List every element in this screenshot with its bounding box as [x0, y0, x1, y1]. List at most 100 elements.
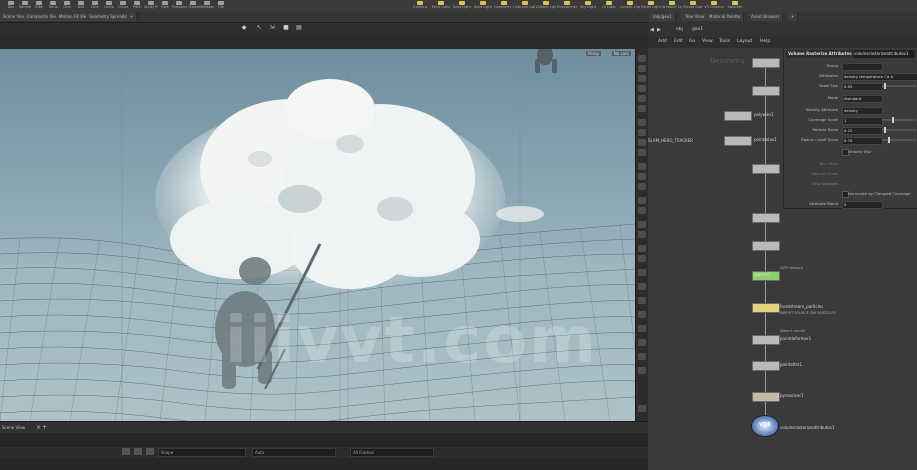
shelf-tool-button[interactable]: Null — [74, 1, 88, 11]
path-obj[interactable]: obj — [676, 27, 683, 32]
vdb-node[interactable]: VDB — [751, 415, 779, 437]
shelf-tool-button[interactable]: Sphere — [18, 1, 32, 11]
network-node[interactable] — [752, 58, 780, 68]
camera-menu[interactable]: No cam — [611, 51, 631, 56]
radius-cutoff-slider[interactable] — [882, 137, 916, 143]
shelf-tool-button[interactable]: Circle — [102, 1, 116, 11]
node-name-field[interactable]: volumerasterizeattributes1 — [854, 50, 914, 58]
shelf-tool-button[interactable]: Platonic Solids — [172, 1, 186, 11]
display-option-icon[interactable] — [638, 85, 646, 92]
display-option-icon[interactable] — [638, 207, 646, 214]
network-node[interactable] — [724, 136, 752, 146]
shelf-tool-button[interactable]: Curve — [116, 1, 130, 11]
display-option-icon[interactable] — [638, 149, 646, 156]
shelf-tool-button[interactable]: Tube — [32, 1, 46, 11]
shelf-tool-button[interactable]: Path — [130, 1, 144, 11]
forward-icon[interactable]: ▶ — [657, 27, 661, 33]
display-option-icon[interactable] — [638, 367, 646, 374]
menu-tools[interactable]: Tools — [719, 39, 730, 44]
shelf-light-button[interactable]: Volume Light — [515, 1, 535, 11]
shelf-light-button[interactable]: VR Camera — [704, 1, 724, 11]
network-node[interactable] — [752, 392, 780, 402]
display-option-icon[interactable] — [638, 75, 646, 82]
snap-icon[interactable]: ◆ — [241, 25, 247, 31]
auto-key-field[interactable]: Auto — [252, 448, 336, 457]
shelf-tool-button[interactable]: Grid — [60, 1, 74, 11]
tab-asset-browser[interactable]: Asset Browser — [748, 13, 784, 21]
network-node[interactable] — [752, 361, 780, 371]
perspective-menu[interactable]: Persp — [586, 51, 601, 56]
shelf-tool-button[interactable]: Box — [4, 1, 18, 11]
network-node[interactable] — [752, 303, 780, 313]
shelf-tool-button[interactable]: Font — [158, 1, 172, 11]
select-icon[interactable]: ↖ — [256, 25, 262, 31]
network-node[interactable] — [752, 241, 780, 251]
attribute-blend-field[interactable]: 0 — [842, 201, 883, 209]
display-option-icon[interactable] — [638, 197, 646, 204]
3d-viewport[interactable]: Persp No cam iiivvt.com — [0, 49, 635, 421]
shelf-light-button[interactable]: Camera — [410, 1, 430, 11]
shelf-light-button[interactable]: Switcher — [725, 1, 745, 11]
radius-cutoff-field[interactable]: 0.75 — [842, 137, 883, 145]
add-tab-button[interactable]: + — [788, 13, 799, 21]
scope-field[interactable]: Scope — [158, 448, 246, 457]
shelf-tool-button[interactable]: Metaball — [200, 1, 214, 11]
view-tool-icon[interactable]: ⇲ — [269, 25, 275, 31]
network-node[interactable] — [752, 86, 780, 96]
shelf-light-button[interactable]: Geometry Light — [494, 1, 514, 11]
frames-field[interactable]: All Frames — [350, 448, 434, 457]
density-attribute-field[interactable]: density — [842, 107, 883, 115]
key-icon[interactable] — [122, 448, 130, 455]
shelf-light-button[interactable]: Portal Light — [641, 1, 661, 11]
menu-view[interactable]: View — [702, 39, 713, 44]
tab-material-palette[interactable]: Material Palette — [706, 13, 745, 21]
display-option-icon[interactable] — [638, 221, 646, 228]
display-option-icon[interactable] — [638, 269, 646, 276]
shelf-tool-button[interactable]: Spray Paint — [144, 1, 158, 11]
display-option-icon[interactable] — [638, 183, 646, 190]
menu-help[interactable]: Help — [760, 39, 770, 44]
add-tab-icon[interactable]: + — [42, 424, 47, 431]
attributes-field[interactable]: density temperature Cd A — [842, 73, 917, 81]
network-node[interactable] — [752, 335, 780, 345]
shelf-light-button[interactable]: Spot Light — [452, 1, 472, 11]
menu-layout[interactable]: Layout — [737, 39, 752, 44]
voxel-size-slider[interactable] — [882, 83, 916, 89]
close-icon[interactable]: × — [36, 424, 41, 431]
shelf-light-button[interactable]: GI Light — [599, 1, 619, 11]
path-geo[interactable]: geo1 — [692, 27, 703, 32]
particle-scale-field[interactable]: 0.22 — [842, 127, 883, 135]
display-option-icon[interactable] — [638, 255, 646, 262]
coverage-scale-field[interactable]: 1 — [842, 117, 883, 125]
particle-scale-slider[interactable] — [882, 127, 916, 133]
display-option-icon[interactable] — [638, 65, 646, 72]
shelf-light-button[interactable]: Sky Light — [578, 1, 598, 11]
display-options-icon[interactable]: ▤ — [296, 25, 302, 31]
display-option-icon[interactable] — [638, 231, 646, 238]
channel-icon[interactable] — [134, 448, 142, 455]
display-option-icon[interactable] — [638, 283, 646, 290]
display-option-icon[interactable] — [638, 55, 646, 62]
display-option-icon[interactable] — [638, 297, 646, 304]
display-option-icon[interactable] — [638, 119, 646, 126]
shelf-light-button[interactable]: Point Light — [431, 1, 451, 11]
menu-go[interactable]: Go — [689, 39, 695, 44]
display-option-icon[interactable] — [638, 339, 646, 346]
display-option-icon[interactable] — [638, 129, 646, 136]
shelf-light-button[interactable]: Area Light — [473, 1, 493, 11]
shelf-tool-button[interactable]: File — [214, 1, 228, 11]
display-option-icon[interactable] — [638, 173, 646, 180]
network-node[interactable] — [724, 111, 752, 121]
menu-add[interactable]: Add — [658, 39, 667, 44]
coverage-scale-slider[interactable] — [882, 117, 916, 123]
display-option-icon[interactable] — [638, 105, 646, 112]
shelf-light-button[interactable]: Environment Light — [557, 1, 577, 11]
display-option-icon[interactable] — [638, 95, 646, 102]
camera-tool-icon[interactable]: ■ — [283, 25, 289, 31]
display-option-icon[interactable] — [638, 353, 646, 360]
display-option-icon[interactable] — [638, 311, 646, 318]
group-field[interactable] — [842, 63, 883, 71]
shelf-tool-button[interactable]: Line — [88, 1, 102, 11]
back-icon[interactable]: ◀ — [650, 27, 654, 33]
display-option-icon[interactable] — [638, 325, 646, 332]
